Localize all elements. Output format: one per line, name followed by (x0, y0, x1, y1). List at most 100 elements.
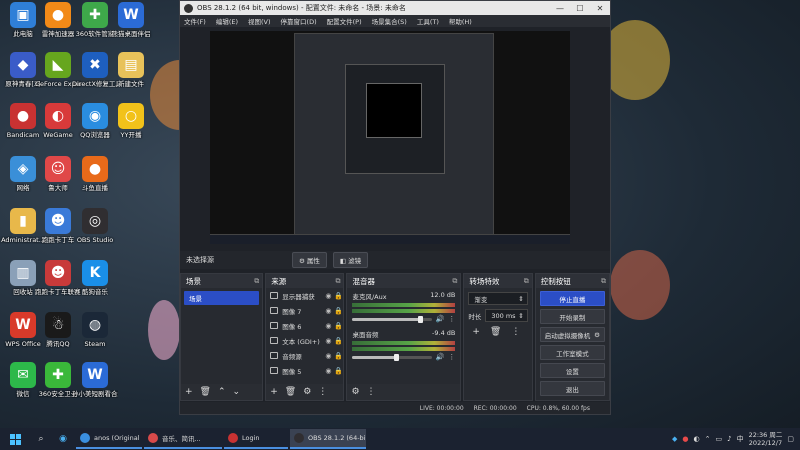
notification-icon[interactable]: ▢ (787, 435, 794, 443)
stepper-icon[interactable]: ⇕ (518, 312, 523, 320)
source-item[interactable]: 图像 5 ◉ 🔒 (266, 363, 343, 378)
menu-item[interactable]: 场景集合(S) (372, 16, 407, 26)
desktop-icon[interactable]: ● 斗鱼直播 (72, 156, 118, 192)
network-icon[interactable]: ▭ (715, 435, 722, 443)
desktop-icon[interactable]: W 孙小美短剧看合集 (72, 362, 118, 398)
lock-icon[interactable]: 🔒 (333, 367, 343, 375)
menu-item[interactable]: 视图(V) (248, 16, 271, 26)
more-icon[interactable]: ⋮ (367, 387, 376, 397)
chevron-up-icon[interactable]: ⌃ (705, 435, 711, 443)
eye-icon[interactable]: ◉ (323, 337, 333, 345)
add-icon[interactable]: + (472, 327, 480, 337)
trash-icon[interactable]: 🗑 (200, 387, 211, 397)
duration-input[interactable]: 300 ms ⇕ (485, 309, 528, 322)
app-icon: W (10, 312, 36, 338)
ime-icon[interactable]: 中 (737, 434, 744, 444)
gear-icon[interactable]: ⚙ (594, 331, 600, 339)
menu-item[interactable]: 编辑(E) (216, 16, 238, 26)
undock-icon[interactable]: ⧉ (524, 277, 529, 286)
desktop-icon[interactable]: ○ YY开播 (108, 103, 154, 139)
eye-icon[interactable]: ◉ (323, 307, 333, 315)
source-item[interactable]: 文本 (GDI+) ◉ 🔒 (266, 333, 343, 348)
nested-preview (294, 33, 494, 244)
minimize-icon[interactable]: — (550, 4, 570, 13)
start-button[interactable] (0, 428, 30, 450)
virtual-camera-button[interactable]: 启动虚拟摄像机 ⚙ (539, 327, 605, 342)
taskbar-app[interactable]: 音乐、简讯... (144, 429, 222, 449)
channel-name: 桌面音频 (352, 331, 379, 339)
settings-button[interactable]: 设置 (539, 363, 605, 378)
lock-icon[interactable]: 🔒 (333, 337, 343, 345)
source-item[interactable]: 音频源 ◉ 🔒 (266, 348, 343, 363)
source-item[interactable]: 显示器捕获 ◉ 🔒 (266, 288, 343, 303)
lock-icon[interactable]: 🔒 (333, 352, 343, 360)
volume-icon[interactable]: ♪ (727, 435, 731, 443)
transition-select[interactable]: 渐变 ⇕ (468, 292, 528, 305)
search-icon[interactable]: ⌕ (30, 428, 52, 450)
up-icon[interactable]: ⌃ (218, 387, 226, 397)
clock[interactable]: 22:36 周二 2022/12/7 (749, 431, 783, 447)
speaker-icon[interactable]: 🔊 (436, 315, 445, 323)
menu-item[interactable]: 配置文件(P) (327, 16, 362, 26)
browser-icon[interactable]: ◉ (52, 428, 74, 450)
more-icon[interactable]: ⋮ (448, 315, 455, 323)
properties-button[interactable]: ⚙ 属性 (292, 252, 327, 268)
obs-title-bar[interactable]: OBS 28.1.2 (64 bit, windows) - 配置文件: 未命名… (180, 1, 610, 15)
exit-button[interactable]: 退出 (539, 381, 605, 396)
desktop-icon[interactable]: ▤ 新建文件 (108, 52, 154, 88)
speaker-icon[interactable]: 🔊 (436, 353, 445, 361)
source-item[interactable]: 图像 6 ◉ 🔒 (266, 318, 343, 333)
lock-icon[interactable]: 🔒 (333, 322, 343, 330)
lock-icon[interactable]: 🔒 (333, 307, 343, 315)
more-icon[interactable]: ⋮ (511, 327, 520, 337)
desktop-icon[interactable]: W 熊猫桌面伴侣 (108, 2, 154, 38)
down-icon[interactable]: ⌄ (233, 387, 241, 397)
gear-icon[interactable]: ⚙ (351, 387, 359, 397)
add-icon[interactable]: + (185, 387, 193, 397)
eye-icon[interactable]: ◉ (323, 322, 333, 330)
menu-item[interactable]: 停靠窗口(D) (281, 16, 317, 26)
more-icon[interactable]: ⋮ (318, 387, 327, 397)
desktop-icon-label: Steam (84, 340, 106, 348)
source-item[interactable]: 图像 7 ◉ 🔒 (266, 303, 343, 318)
gear-icon[interactable]: ⚙ (303, 387, 311, 397)
eye-icon[interactable]: ◉ (323, 367, 333, 375)
tray-app-icon[interactable]: ◐ (693, 435, 699, 443)
app-icon: ▥ (10, 260, 36, 286)
taskbar-app[interactable]: anos (Original Mi... (76, 429, 142, 449)
preview-canvas[interactable] (210, 31, 570, 244)
desktop-icon[interactable]: K 酷狗音乐 (72, 260, 118, 296)
undock-icon[interactable]: ⧉ (601, 277, 606, 286)
stop-streaming-button[interactable]: 停止直播 (539, 291, 605, 306)
add-icon[interactable]: + (270, 387, 278, 397)
trash-icon[interactable]: 🗑 (285, 387, 296, 397)
scenes-footer: + 🗑 ⌃ ⌄ (181, 384, 263, 400)
close-icon[interactable]: ✕ (590, 4, 610, 13)
trash-icon[interactable]: 🗑 (490, 327, 501, 337)
obs-window[interactable]: OBS 28.1.2 (64 bit, windows) - 配置文件: 未命名… (179, 0, 611, 415)
taskbar-app[interactable]: OBS 28.1.2 (64-bi... (290, 429, 366, 449)
eye-icon[interactable]: ◉ (323, 292, 333, 300)
app-icon (228, 433, 238, 443)
menu-item[interactable]: 文件(F) (184, 16, 206, 26)
scene-item[interactable]: 场景 (184, 291, 260, 305)
studio-mode-button[interactable]: 工作室模式 (539, 345, 605, 360)
filters-button[interactable]: ◧ 滤镜 (332, 252, 369, 268)
start-recording-button[interactable]: 开始录制 (539, 309, 605, 324)
undock-icon[interactable]: ⧉ (254, 277, 259, 286)
desktop-icon[interactable]: ◎ OBS Studio (72, 208, 118, 244)
tray-app-icon[interactable]: ● (682, 435, 688, 443)
taskbar-app[interactable]: Login (224, 429, 288, 449)
more-icon[interactable]: ⋮ (448, 353, 455, 361)
maximize-icon[interactable]: ☐ (570, 4, 590, 13)
menu-item[interactable]: 帮助(H) (449, 16, 472, 26)
undock-icon[interactable]: ⧉ (452, 277, 457, 286)
eye-icon[interactable]: ◉ (323, 352, 333, 360)
volume-slider[interactable] (352, 353, 432, 361)
volume-slider[interactable] (352, 315, 432, 323)
tray-app-icon[interactable]: ◆ (672, 435, 677, 443)
desktop-icon[interactable]: ◍ Steam (72, 312, 118, 348)
undock-icon[interactable]: ⧉ (335, 277, 340, 286)
menu-item[interactable]: 工具(T) (417, 16, 439, 26)
lock-icon[interactable]: 🔒 (333, 292, 343, 300)
